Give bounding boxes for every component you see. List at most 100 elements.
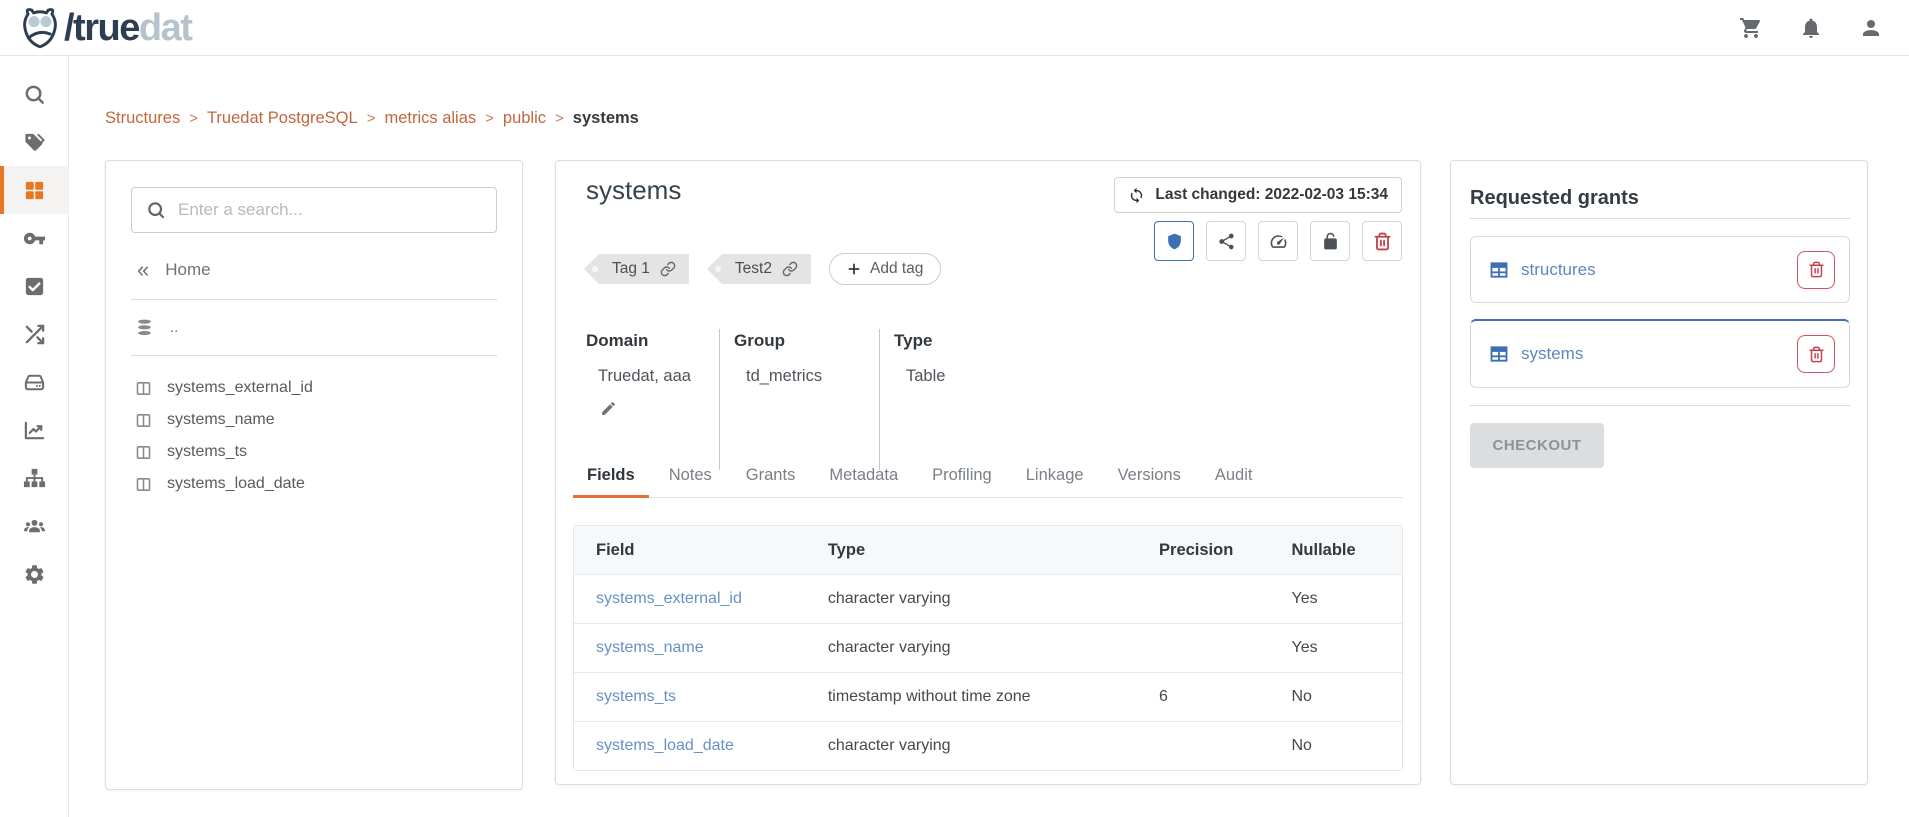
field-link[interactable]: systems_name <box>574 639 806 657</box>
field-link[interactable]: systems_load_date <box>574 737 806 755</box>
rail-lineage[interactable] <box>0 310 69 358</box>
groups-users-icon <box>23 515 46 538</box>
remove-grant-button[interactable] <box>1797 335 1835 373</box>
app-window: /truedat <box>0 0 1909 817</box>
protect-button[interactable] <box>1154 221 1194 261</box>
delete-structure-button[interactable] <box>1362 221 1402 261</box>
notifications-icon[interactable] <box>1799 16 1823 40</box>
tab-notes[interactable]: Notes <box>655 457 726 498</box>
last-changed-button[interactable]: Last changed: 2022-02-03 15:34 <box>1114 177 1402 213</box>
grant-item-link[interactable]: systems <box>1521 344 1797 364</box>
grant-card: structures <box>1470 236 1850 303</box>
field-item-label: systems_external_id <box>167 379 313 397</box>
pencil-icon <box>600 400 617 417</box>
meta-group: Group td_metrics <box>719 329 879 470</box>
breadcrumb-link[interactable]: public <box>503 109 546 128</box>
logo-wordmark: /truedat <box>64 9 191 47</box>
rail-quality[interactable] <box>0 262 69 310</box>
chevrons-left-icon: « <box>137 259 149 281</box>
share-icon <box>1217 232 1236 251</box>
field-item-label: systems_ts <box>167 443 247 461</box>
rail-groups[interactable] <box>0 502 69 550</box>
search-icon <box>23 83 46 106</box>
home-label: Home <box>165 260 210 280</box>
table-icon <box>1489 344 1509 364</box>
field-type: character varying <box>806 590 1137 608</box>
rail-dashboards[interactable] <box>0 406 69 454</box>
refresh-icon <box>1128 187 1145 204</box>
home-link[interactable]: « Home <box>137 259 497 281</box>
table-row: systems_external_id character varying Ye… <box>574 574 1402 623</box>
breadcrumb-link[interactable]: Structures <box>105 109 180 128</box>
trash-icon <box>1373 232 1392 251</box>
tag-chip[interactable]: Test2 <box>707 254 811 284</box>
breadcrumb-separator: > <box>555 110 564 127</box>
top-navbar: /truedat <box>0 0 1909 56</box>
type-label: Type <box>894 331 1063 351</box>
rail-sources[interactable] <box>0 358 69 406</box>
breadcrumb-separator: > <box>485 110 494 127</box>
tab-fields[interactable]: Fields <box>573 457 649 498</box>
sources-drive-icon <box>23 371 46 394</box>
field-type: character varying <box>806 639 1137 657</box>
profiling-button[interactable] <box>1258 221 1298 261</box>
requested-grants-panel: Requested grants structures systems CHEC… <box>1450 160 1868 785</box>
user-icon[interactable] <box>1859 16 1883 40</box>
tab-grants[interactable]: Grants <box>732 457 810 498</box>
table-row: systems_ts timestamp without time zone 6… <box>574 672 1402 721</box>
breadcrumb-link[interactable]: metrics alias <box>384 109 476 128</box>
tag-chip[interactable]: Tag 1 <box>584 254 689 284</box>
share-button[interactable] <box>1206 221 1246 261</box>
checkout-button[interactable]: CHECKOUT <box>1470 423 1604 468</box>
rail-structures[interactable] <box>0 166 69 214</box>
shield-icon <box>1165 232 1184 251</box>
edit-domain-button[interactable] <box>600 400 617 417</box>
breadcrumb-separator: > <box>367 110 376 127</box>
quality-check-icon <box>23 275 46 298</box>
taxonomy-sitemap-icon <box>23 467 46 490</box>
table-row: systems_name character varying Yes <box>574 623 1402 672</box>
database-icon <box>135 318 154 337</box>
field-list-item[interactable]: systems_name <box>131 404 497 436</box>
structure-detail-panel: systems Last changed: 2022-02-03 15:34 <box>555 160 1421 785</box>
parent-label: .. <box>170 319 178 336</box>
lock-button[interactable] <box>1310 221 1350 261</box>
grant-item-link[interactable]: structures <box>1521 260 1797 280</box>
breadcrumb: Structures > Truedat PostgreSQL > metric… <box>105 109 639 128</box>
tab-metadata[interactable]: Metadata <box>815 457 912 498</box>
tab-versions[interactable]: Versions <box>1104 457 1195 498</box>
column-icon <box>135 444 152 461</box>
explorer-search[interactable] <box>131 187 497 233</box>
rail-tags[interactable] <box>0 118 69 166</box>
rail-taxonomy[interactable] <box>0 454 69 502</box>
add-tag-button[interactable]: Add tag <box>829 253 941 285</box>
field-type: timestamp without time zone <box>806 688 1137 706</box>
field-link[interactable]: systems_ts <box>574 688 806 706</box>
rail-settings[interactable] <box>0 550 69 598</box>
breadcrumb-separator: > <box>189 110 198 127</box>
breadcrumb-link[interactable]: Truedat PostgreSQL <box>207 109 358 128</box>
settings-gear-icon <box>23 563 46 586</box>
column-icon <box>135 476 152 493</box>
field-list-item[interactable]: systems_external_id <box>131 372 497 404</box>
truedat-logo[interactable]: /truedat <box>0 6 191 50</box>
tab-audit[interactable]: Audit <box>1201 457 1267 498</box>
remove-grant-button[interactable] <box>1797 251 1835 289</box>
rail-permissions[interactable] <box>0 214 69 262</box>
rail-search[interactable] <box>0 70 69 118</box>
group-label: Group <box>734 331 863 351</box>
tab-linkage[interactable]: Linkage <box>1012 457 1098 498</box>
tab-profiling[interactable]: Profiling <box>918 457 1006 498</box>
field-list-item[interactable]: systems_ts <box>131 436 497 468</box>
column-header: Precision <box>1137 541 1269 560</box>
unlock-icon <box>1321 232 1340 251</box>
cart-icon[interactable] <box>1739 16 1763 40</box>
field-list: systems_external_id systems_name systems… <box>131 356 497 500</box>
field-link[interactable]: systems_external_id <box>574 590 806 608</box>
group-value: td_metrics <box>746 367 863 386</box>
lineage-shuffle-icon <box>23 323 46 346</box>
add-tag-label: Add tag <box>870 260 923 278</box>
field-list-item[interactable]: systems_load_date <box>131 468 497 500</box>
search-input[interactable] <box>178 200 482 220</box>
parent-folder-item[interactable]: .. <box>131 300 497 355</box>
